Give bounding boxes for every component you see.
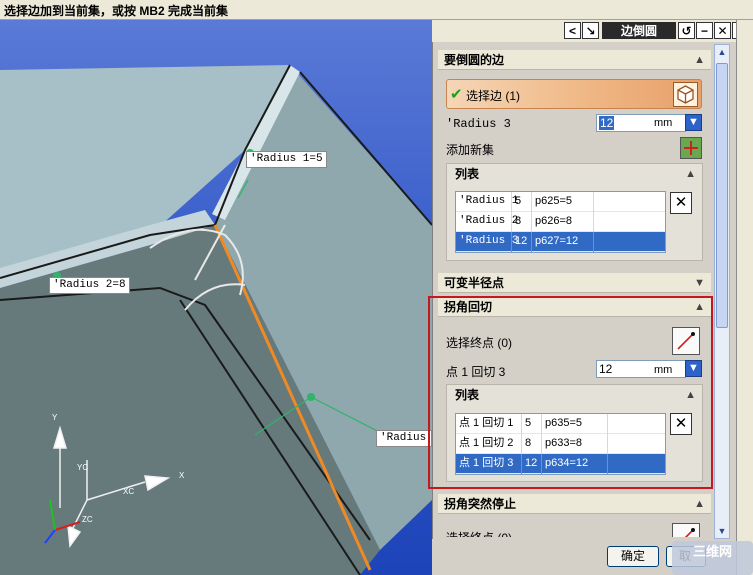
cube-icon[interactable] bbox=[673, 82, 698, 107]
pin-icon[interactable]: ↘ bbox=[582, 22, 599, 39]
section-stop-header[interactable]: 拐角突然停止 ▲ bbox=[438, 494, 711, 514]
radius-unit: mm bbox=[654, 117, 673, 129]
chevron-down-icon[interactable]: ▼ bbox=[694, 273, 705, 293]
adjacent-panel-edge bbox=[736, 20, 753, 575]
watermark-text: 三维网 bbox=[692, 544, 732, 559]
scroll-up-icon[interactable]: ▲ bbox=[716, 45, 728, 59]
remove-set-button[interactable]: ✕ bbox=[670, 192, 692, 214]
select-edge-row[interactable]: ✔ 选择边 (1) bbox=[446, 79, 702, 109]
axis-y-label: Y bbox=[52, 413, 58, 422]
section-variable-header[interactable]: 可变半径点 ▼ bbox=[438, 273, 711, 293]
radius-2-label[interactable]: 'Radius 2=8 bbox=[49, 277, 130, 294]
stop-select-label: 选择终点 (0) bbox=[446, 529, 512, 537]
radius-3-label[interactable]: 'Radius 3 bbox=[376, 430, 432, 447]
radius-input[interactable]: 12 bbox=[596, 114, 686, 132]
ok-button[interactable]: 确定 bbox=[607, 546, 659, 567]
prev-dialog-button[interactable]: < bbox=[564, 22, 581, 39]
chevron-up-icon[interactable]: ▲ bbox=[694, 50, 705, 70]
scroll-down-icon[interactable]: ▼ bbox=[716, 524, 728, 538]
chevron-up-icon[interactable]: ▲ bbox=[694, 494, 705, 514]
axis-zc-label: ZC bbox=[82, 515, 93, 524]
cue-line-text: 选择边加到当前集，或按 MB2 完成当前集 bbox=[4, 4, 229, 18]
list-item[interactable]: 'Radius 3 12 p627=12 bbox=[456, 232, 665, 252]
add-set-icon[interactable] bbox=[680, 137, 702, 159]
edges-list-title: 列表 bbox=[455, 167, 480, 181]
close-button[interactable]: ✕ bbox=[714, 22, 731, 39]
point-picker-icon[interactable] bbox=[672, 523, 700, 537]
select-edge-label: 选择边 (1) bbox=[466, 89, 521, 103]
model-drawing: Y YC X XC ZC bbox=[0, 64, 432, 575]
section-edges-title: 要倒圆的边 bbox=[444, 53, 505, 67]
scroll-thumb[interactable] bbox=[716, 63, 728, 328]
arrow-down-icon[interactable]: ▼ bbox=[685, 114, 702, 131]
list-item[interactable]: 'Radius 1 5 p625=5 bbox=[456, 192, 665, 212]
radius-field-label: 'Radius 3 bbox=[446, 117, 511, 131]
highlight-frame bbox=[428, 296, 713, 489]
section-variable-title: 可变半径点 bbox=[444, 276, 505, 290]
watermark: 三维网 bbox=[672, 541, 753, 575]
graphics-viewport[interactable]: Y YC X XC ZC 'Radius 1=5 'Radius 2=8 'Ra… bbox=[0, 20, 432, 575]
check-icon: ✔ bbox=[450, 86, 463, 103]
list-item[interactable]: 'Radius 2 8 p626=8 bbox=[456, 212, 665, 232]
section-edges-header[interactable]: 要倒圆的边 ▲ bbox=[438, 50, 711, 70]
edges-list-header[interactable]: 列表 ▲ bbox=[447, 164, 702, 184]
axis-yc-label: YC bbox=[77, 463, 88, 472]
reset-icon[interactable]: ↺ bbox=[678, 22, 695, 39]
dialog-scrollbar[interactable]: ▲ ▼ bbox=[714, 44, 730, 539]
dialog-title: 边倒圆 bbox=[602, 22, 676, 39]
chevron-up-icon[interactable]: ▲ bbox=[685, 164, 696, 184]
stop-select-row[interactable]: 选择终点 (0) bbox=[438, 515, 711, 537]
radius-1-label[interactable]: 'Radius 1=5 bbox=[246, 151, 327, 168]
add-new-set-label: 添加新集 bbox=[446, 143, 495, 157]
collapse-button[interactable]: − bbox=[696, 22, 713, 39]
cue-line-bar: 选择边加到当前集，或按 MB2 完成当前集 bbox=[0, 0, 753, 20]
edges-list[interactable]: 'Radius 1 5 p625=5 'Radius 2 8 p626=8 'Radiu… bbox=[455, 191, 666, 253]
section-stop-title: 拐角突然停止 bbox=[444, 497, 517, 511]
axis-x-label: X bbox=[179, 471, 185, 480]
axis-xc-label: XC bbox=[123, 487, 134, 496]
